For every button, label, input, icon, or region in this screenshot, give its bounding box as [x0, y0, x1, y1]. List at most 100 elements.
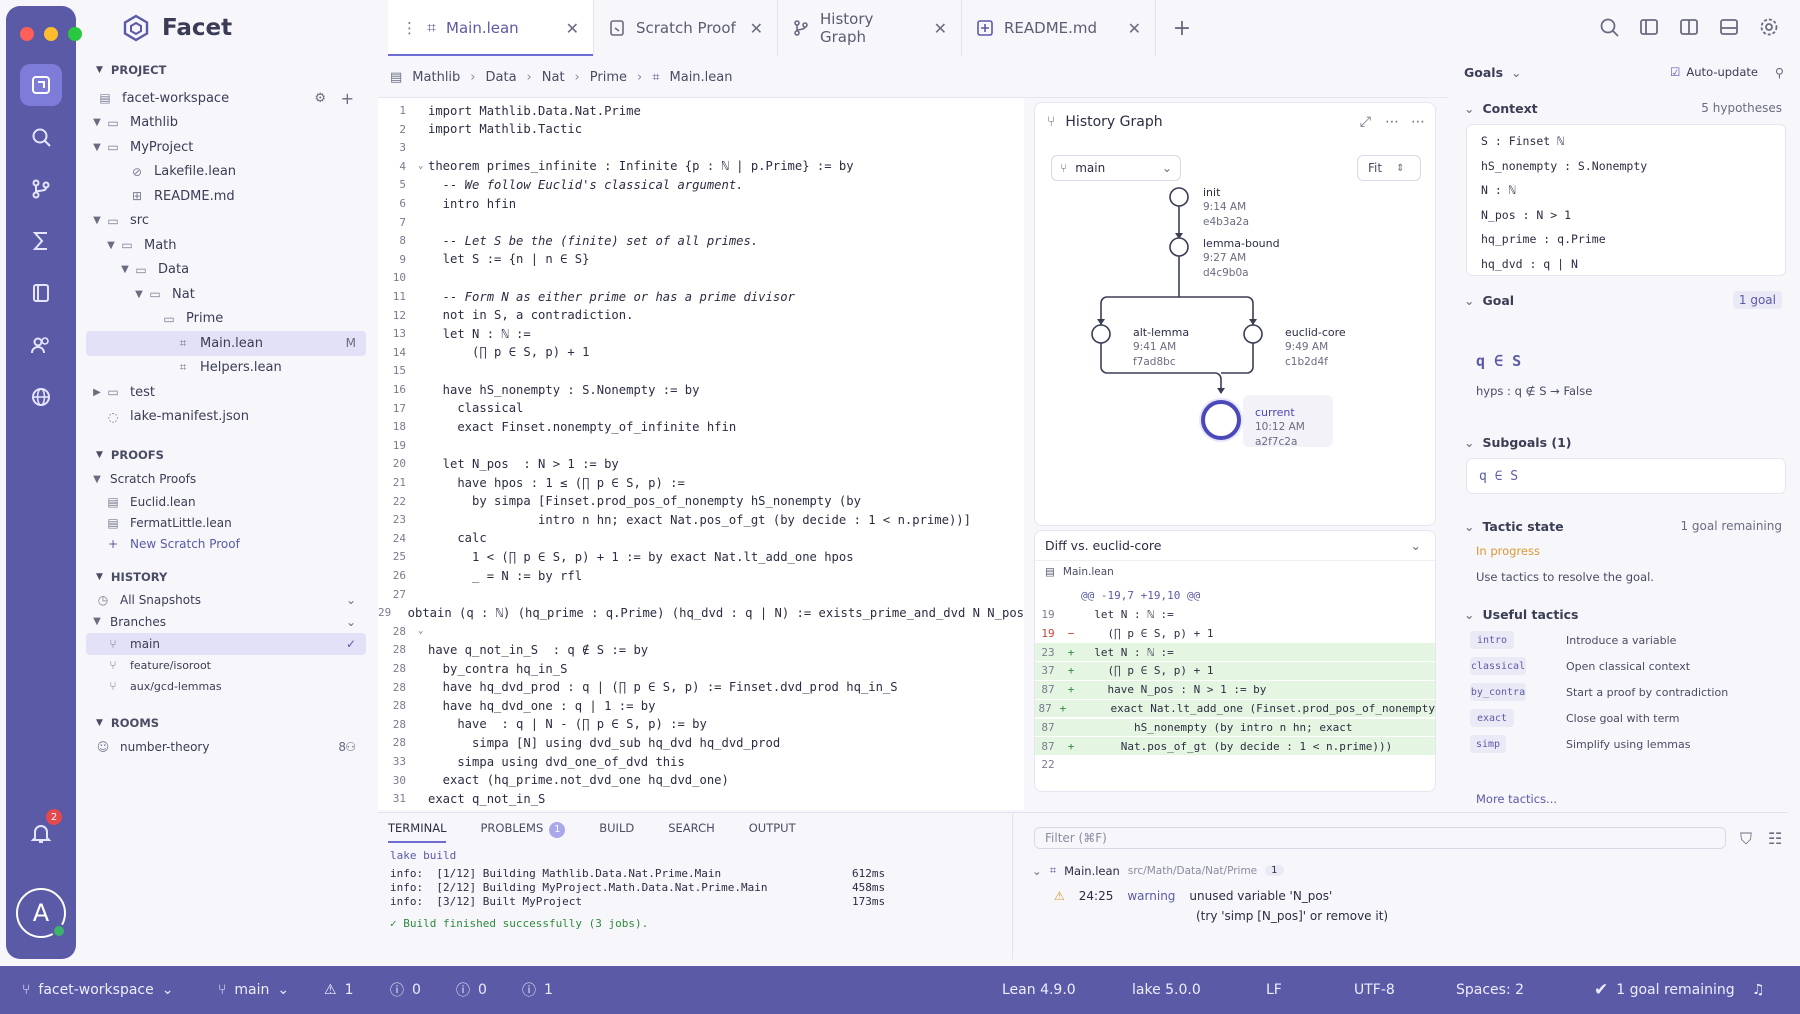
warnings-status[interactable]: ⚠ 1: [324, 966, 353, 1014]
overflow-menu-icon[interactable]: ⋯: [1411, 114, 1425, 130]
code-line[interactable]: 1 import Mathlib.Data.Nat.Prime: [378, 102, 1024, 119]
tab-search[interactable]: SEARCH: [668, 821, 715, 843]
graph-node-alt-lemma[interactable]: [1091, 324, 1111, 344]
tab-problems[interactable]: PROBLEMS 1: [480, 821, 566, 843]
code-line[interactable]: 28 have hq_dvd_one : q | 1 := by: [378, 697, 1024, 714]
problem-file-row[interactable]: ⌄ ⌗ Main.lean src/Math/Data/Nat/Prime 1: [1032, 863, 1284, 878]
proof-file-fermat[interactable]: ▤ FermatLittle.lean: [86, 513, 366, 534]
breadcrumb-item[interactable]: Data: [486, 70, 517, 85]
globe-icon[interactable]: [20, 376, 62, 418]
code-line[interactable]: 14 (∏ p ∈ S, p) + 1: [378, 344, 1024, 361]
tree-folder-mathlib[interactable]: ▼ ▭ Mathlib: [86, 111, 366, 136]
encoding[interactable]: UTF-8: [1354, 966, 1395, 1014]
tree-folder-prime[interactable]: ▭ Prime: [86, 307, 366, 332]
code-line[interactable]: 20 let N_pos : N > 1 := by: [378, 455, 1024, 472]
code-line[interactable]: 28 by_contra hq_in_S: [378, 660, 1024, 677]
tab-readme[interactable]: README.md ✕: [962, 0, 1156, 56]
diff-header[interactable]: Diff vs. euclid-core ⌄: [1035, 531, 1435, 561]
add-icon[interactable]: +: [341, 89, 354, 108]
book-icon[interactable]: [20, 272, 62, 314]
breadcrumb-item[interactable]: Main.lean: [670, 70, 733, 85]
fold-chevron-icon[interactable]: ⌄: [418, 626, 428, 636]
tree-folder-test[interactable]: ▶ ▭ test: [86, 380, 366, 405]
code-line[interactable]: 33 simpa using dvd_one_of_dvd this: [378, 753, 1024, 770]
tactic-suggestion[interactable]: simp Simplify using lemmas: [1470, 732, 1786, 756]
branch-item-aux[interactable]: ⑂ aux/gcd-lemmas: [86, 676, 366, 697]
tab-output[interactable]: OUTPUT: [749, 821, 796, 843]
scratch-proofs-folder[interactable]: ▼ Scratch Proofs: [86, 467, 366, 492]
toggle-sidebar-icon[interactable]: [1638, 16, 1660, 38]
workspace-settings-icon[interactable]: ⚙: [314, 91, 326, 106]
tab-build[interactable]: BUILD: [599, 821, 634, 843]
tab-scratch-proof[interactable]: Scratch Proof ✕: [594, 0, 778, 56]
fold-chevron-icon[interactable]: ⌄: [418, 161, 428, 171]
expand-icon[interactable]: ⤢: [1360, 114, 1371, 130]
tactic-suggestion[interactable]: classical Open classical context: [1470, 654, 1786, 678]
tree-file-main-lean[interactable]: ⌗ Main.lean M: [86, 331, 366, 356]
breadcrumb-item[interactable]: Mathlib: [412, 70, 460, 85]
tree-folder-data[interactable]: ▼ ▭ Data: [86, 258, 366, 283]
history-section-header[interactable]: ▼ HISTORY: [86, 565, 366, 589]
code-line[interactable]: 30 exact (hq_prime.not_dvd_one hq_dvd_on…: [378, 772, 1024, 789]
code-line[interactable]: 23 intro n hn; exact Nat.pos_of_gt (by d…: [378, 511, 1024, 528]
tree-folder-myproject[interactable]: ▼ ▭ MyProject: [86, 135, 366, 160]
subgoal-box[interactable]: q ∈ S: [1466, 458, 1786, 494]
infos-status[interactable]: ⓘ 0: [456, 966, 487, 1014]
indentation[interactable]: Spaces: 2: [1456, 966, 1524, 1014]
close-icon[interactable]: ✕: [1128, 19, 1141, 38]
problem-row[interactable]: ⚠ 24:25 warning unused variable 'N_pos': [1054, 889, 1332, 903]
code-line[interactable]: 13 let N : ℕ :=: [378, 325, 1024, 342]
code-line[interactable]: 24 calc: [378, 530, 1024, 547]
minimize-window-button[interactable]: [44, 27, 58, 41]
code-line[interactable]: 5 -- We follow Euclid's classical argume…: [378, 176, 1024, 193]
problems-filter-input[interactable]: Filter (⌘F): [1034, 827, 1726, 849]
tab-main-lean[interactable]: ⋮ ⌗ Main.lean ✕: [388, 0, 594, 56]
context-header[interactable]: ⌄ Context 5 hypotheses: [1464, 96, 1788, 120]
breadcrumb-item[interactable]: Prime: [590, 70, 627, 85]
lake-version[interactable]: lake 5.0.0: [1132, 966, 1201, 1014]
code-line[interactable]: 29 obtain (q : ℕ) (hq_prime : q.Prime) (h…: [378, 604, 1024, 621]
code-line[interactable]: 16 have hS_nonempty : S.Nonempty := by: [378, 381, 1024, 398]
sigma-icon[interactable]: [20, 220, 62, 262]
rooms-section-header[interactable]: ▼ ROOMS: [86, 711, 366, 735]
new-tab-button[interactable]: +: [1156, 0, 1208, 56]
tab-terminal[interactable]: TERMINAL: [388, 821, 447, 843]
goal-status[interactable]: ✔ 1 goal remaining: [1594, 966, 1735, 1014]
breadcrumb-item[interactable]: Nat: [542, 70, 565, 85]
tree-file-manifest[interactable]: ◌ lake-manifest.json: [86, 405, 366, 430]
code-line[interactable]: 28 have : q | N - (∏ p ∈ S, p) := by: [378, 716, 1024, 733]
branch-status[interactable]: ⑂ main ⌄: [218, 966, 289, 1014]
code-line[interactable]: 28 simpa [N] using dvd_sub hq_dvd hq_dvd…: [378, 734, 1024, 751]
code-line[interactable]: 15: [378, 362, 1024, 379]
tree-folder-nat[interactable]: ▼ ▭ Nat: [86, 282, 366, 307]
tactic-state-header[interactable]: ⌄ Tactic state 1 goal remaining: [1464, 514, 1788, 538]
avatar[interactable]: A: [16, 888, 66, 938]
code-line[interactable]: 4 ⌄ theorem primes_infinite : Infinite {p …: [378, 158, 1024, 175]
notifications-bell-icon[interactable]: 2: [20, 809, 62, 854]
split-editor-icon[interactable]: [1678, 16, 1700, 38]
branches-row[interactable]: ▼ Branches ⌄: [86, 611, 366, 633]
code-line[interactable]: 28 have q_not_in_S : q ∉ S := by: [378, 641, 1024, 658]
line-ending[interactable]: LF: [1266, 966, 1282, 1014]
tree-file-lakefile[interactable]: ⊘ Lakefile.lean: [86, 160, 366, 185]
proof-file-euclid[interactable]: ▤ Euclid.lean: [86, 492, 366, 513]
hints-status[interactable]: ⓘ 1: [522, 966, 553, 1014]
branch-item-main[interactable]: ⑂ main ✓: [86, 632, 366, 655]
branch-item-feature[interactable]: ⑂ feature/isoroot: [86, 655, 366, 676]
filter-icon[interactable]: ⛉: [1740, 829, 1752, 849]
notifications-bell-icon[interactable]: ♫: [1752, 966, 1765, 1014]
fit-button[interactable]: Fit ⇕: [1357, 155, 1421, 181]
tactic-suggestion[interactable]: exact Close goal with term: [1470, 706, 1786, 730]
close-icon[interactable]: ✕: [566, 19, 579, 38]
auto-update-toggle[interactable]: ☑ Auto-update: [1670, 65, 1758, 79]
code-line[interactable]: 25 1 < (∏ p ∈ S, p) + 1 := by exact Nat.…: [378, 548, 1024, 565]
lean-version[interactable]: Lean 4.9.0: [1002, 966, 1076, 1014]
collapse-all-icon[interactable]: ☷: [1768, 829, 1782, 848]
code-line[interactable]: 17 classical: [378, 400, 1024, 417]
proofs-section-header[interactable]: ▼ PROOFS: [86, 443, 366, 467]
code-editor[interactable]: 1 import Mathlib.Data.Nat.Prime 2 import Ma…: [378, 98, 1024, 810]
code-line[interactable]: 3: [378, 139, 1024, 156]
graph-node-current[interactable]: [1201, 400, 1241, 440]
new-scratch-proof-button[interactable]: + New Scratch Proof: [86, 534, 366, 555]
more-tactics-link[interactable]: More tactics...: [1476, 792, 1557, 806]
